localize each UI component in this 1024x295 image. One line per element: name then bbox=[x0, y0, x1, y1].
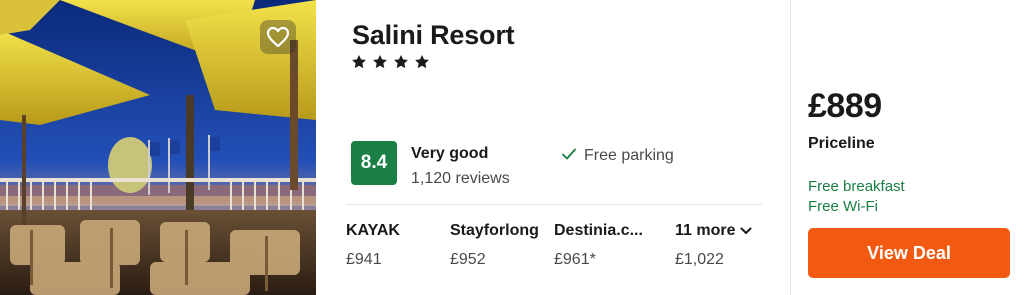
star-icon bbox=[372, 54, 388, 70]
divider bbox=[346, 204, 762, 205]
more-providers-price: £1,022 bbox=[675, 251, 724, 268]
favorite-button[interactable] bbox=[260, 20, 296, 54]
more-providers-label: 11 more bbox=[675, 222, 736, 239]
provider-kayak[interactable]: KAYAK £941 bbox=[346, 222, 400, 269]
more-providers-button[interactable]: 11 more bbox=[675, 222, 752, 240]
star-icon bbox=[351, 54, 367, 70]
provider-destinia[interactable]: Destinia.c... £961* bbox=[554, 222, 643, 269]
amenity-free-parking: Free parking bbox=[562, 147, 674, 165]
divider bbox=[790, 0, 791, 295]
perk-free-breakfast: Free breakfast bbox=[808, 178, 905, 195]
best-price-provider: Priceline bbox=[808, 135, 875, 152]
provider-price: £952 bbox=[450, 251, 486, 268]
hotel-result-card[interactable]: Salini Resort 8.4 Very good 1,120 review… bbox=[0, 0, 1024, 295]
star-icon bbox=[414, 54, 430, 70]
rating-score-badge: 8.4 bbox=[351, 141, 397, 185]
best-price: £889 bbox=[808, 87, 882, 125]
hotel-name[interactable]: Salini Resort bbox=[352, 20, 515, 51]
check-icon bbox=[562, 147, 576, 165]
rating-label: Very good bbox=[411, 145, 489, 162]
provider-price: £941 bbox=[346, 251, 382, 268]
perk-free-wifi: Free Wi-Fi bbox=[808, 198, 878, 215]
provider-name: Stayforlong bbox=[450, 222, 539, 239]
provider-price: £961* bbox=[554, 251, 596, 268]
provider-name: KAYAK bbox=[346, 222, 400, 239]
amenity-label: Free parking bbox=[584, 147, 674, 164]
view-deal-button[interactable]: View Deal bbox=[808, 228, 1010, 278]
star-icon bbox=[393, 54, 409, 70]
provider-stayforlong[interactable]: Stayforlong £952 bbox=[450, 222, 539, 269]
provider-name: Destinia.c... bbox=[554, 222, 643, 239]
chevron-down-icon bbox=[740, 222, 752, 239]
hotel-photo[interactable] bbox=[0, 0, 316, 295]
more-providers[interactable]: 11 more £1,022 bbox=[675, 222, 752, 269]
heart-outline-icon bbox=[266, 26, 290, 48]
review-count[interactable]: 1,120 reviews bbox=[411, 170, 510, 188]
star-rating bbox=[351, 54, 430, 70]
